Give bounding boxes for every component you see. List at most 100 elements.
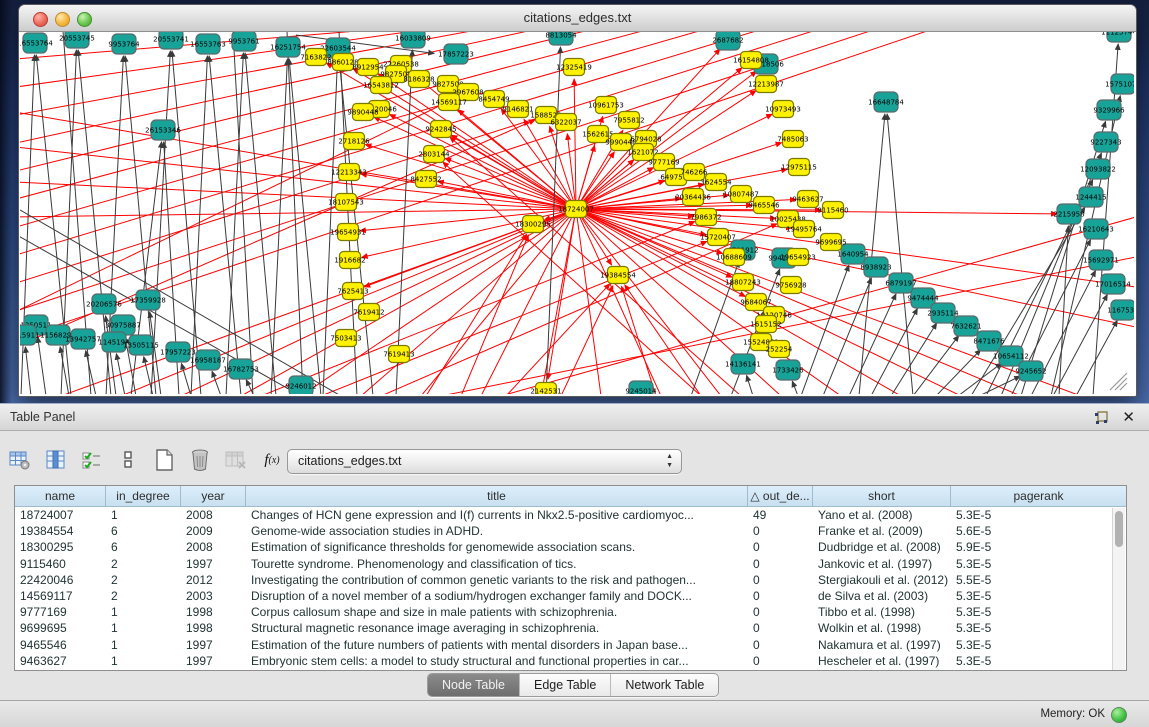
graph-node-teal[interactable]: 9245014 — [625, 381, 657, 394]
graph-node-teal[interactable]: 8938923 — [860, 257, 891, 277]
table-cell: Disruption of a novel member of a sodium… — [246, 588, 748, 604]
graph-node-yellow[interactable]: 9115460 — [817, 202, 848, 219]
table-options-icon[interactable] — [8, 448, 32, 472]
graph-node-teal[interactable]: 14136141 — [725, 354, 761, 374]
table-row[interactable]: 911546021997Tourette syndrome. Phenomeno… — [15, 556, 1126, 572]
node-label: 10688609 — [716, 254, 752, 262]
graph-node-teal[interactable]: 17857223 — [438, 44, 474, 64]
graph-node-teal[interactable]: 26153346 — [145, 120, 181, 140]
graph-node-yellow[interactable]: 2718126 — [338, 133, 370, 150]
selection-mode-icon[interactable] — [80, 448, 104, 472]
table-row[interactable]: 2242004622012Investigating the contribut… — [15, 572, 1126, 588]
node-label: 9699695 — [815, 239, 846, 247]
node-label: 8813054 — [545, 32, 577, 40]
table-cell: Hescheler et al. (1997) — [813, 653, 951, 669]
graph-node-teal[interactable]: 16648784 — [868, 92, 904, 112]
graph-node-teal[interactable]: 17359928 — [130, 290, 166, 310]
node-label: 7619412 — [353, 309, 384, 317]
graph-node-yellow[interactable]: 3624554 — [700, 174, 732, 191]
graph-node-teal[interactable]: 9227343 — [1090, 132, 1121, 152]
column-header-title[interactable]: title — [246, 486, 748, 506]
table-row[interactable]: 969969511998Structural magnetic resonanc… — [15, 620, 1126, 636]
graph-node-teal[interactable]: 7632621 — [950, 316, 981, 336]
graph-node-teal[interactable]: 20553741 — [153, 32, 189, 49]
graph-node-teal[interactable]: 16553764 — [20, 33, 53, 53]
citation-edge-red — [261, 221, 695, 394]
graph-node-yellow[interactable]: 9756928 — [775, 277, 806, 294]
tab-edge-table[interactable]: Edge Table — [520, 674, 611, 696]
graph-node-yellow[interactable]: 15720407 — [700, 229, 736, 246]
graph-node-yellow[interactable]: 12213343 — [331, 164, 367, 181]
graph-node-teal[interactable]: 16553763 — [190, 34, 226, 54]
new-column-icon[interactable] — [152, 448, 176, 472]
graph-node-yellow[interactable]: 19384554 — [600, 267, 636, 284]
tab-node-table[interactable]: Node Table — [428, 674, 520, 696]
column-header-in-degree[interactable]: in_degree — [106, 486, 181, 506]
graph-node-teal[interactable]: 9329966 — [1093, 100, 1125, 120]
graph-node-teal[interactable]: 1244415 — [1075, 187, 1106, 207]
table-scrollbar[interactable] — [1112, 508, 1125, 670]
node-label: 1916682 — [334, 257, 365, 265]
window-titlebar[interactable]: citations_edges.txt — [19, 5, 1136, 32]
graph-node-yellow[interactable]: 8912954 — [352, 59, 384, 76]
column-header-short[interactable]: short — [813, 486, 951, 506]
graph-node-teal[interactable]: 12093822 — [1080, 159, 1116, 179]
network-window[interactable]: citations_edges.txt 16553764205537459953… — [18, 4, 1137, 397]
node-label: 19495764 — [786, 226, 822, 234]
network-canvas-wrap[interactable]: 1655376420553745995376420553741165537639… — [20, 32, 1134, 394]
table-row[interactable]: 1456911722003Disruption of a novel membe… — [15, 588, 1126, 604]
graph-node-yellow[interactable]: 7986372 — [690, 209, 721, 226]
float-panel-icon[interactable] — [1093, 410, 1109, 426]
table-row[interactable]: 977716911998Corpus callosum shape and si… — [15, 604, 1126, 620]
graph-node-yellow[interactable]: 1916682 — [334, 252, 365, 269]
graph-node-yellow[interactable]: 2142531 — [530, 383, 561, 395]
function-builder-icon[interactable]: f(x) — [260, 448, 284, 472]
graph-node-yellow[interactable]: 2803144 — [418, 146, 450, 163]
column-visibility-icon[interactable] — [44, 448, 68, 472]
table-select-dropdown[interactable]: citations_edges.txt ▲▼ — [287, 449, 682, 474]
graph-node-teal[interactable]: 9953761 — [228, 32, 259, 51]
column-header-out-de-[interactable]: △ out_de... — [748, 486, 813, 506]
table-cell: 0 — [748, 637, 813, 653]
graph-node-teal[interactable]: 15751074 — [1105, 74, 1134, 94]
graph-node-yellow[interactable]: 9463627 — [792, 191, 823, 208]
graph-node-yellow[interactable]: 19654931 — [330, 224, 366, 241]
table-row[interactable]: 946362711997Embryonic stem cells: a mode… — [15, 653, 1126, 669]
graph-node-yellow[interactable]: 7625413 — [337, 283, 368, 300]
table-cell: 0 — [748, 653, 813, 669]
table-row[interactable]: 1830029562008Estimation of significance … — [15, 539, 1126, 555]
graph-node-yellow[interactable]: 7485063 — [777, 131, 808, 148]
graph-node-yellow[interactable]: 252254 — [766, 341, 793, 358]
graph-node-teal[interactable]: 16210643 — [1078, 219, 1114, 239]
table-row[interactable]: 946554611997Estimation of the future num… — [15, 637, 1126, 653]
graph-node-teal[interactable]: 2215958 — [1053, 204, 1084, 224]
graph-node-teal[interactable]: 11125744 — [1101, 32, 1134, 42]
graph-node-teal[interactable]: 2687682 — [712, 32, 743, 50]
graph-node-teal[interactable]: 9246012 — [285, 376, 316, 394]
graph-node-teal[interactable]: 8813054 — [545, 32, 577, 45]
memory-status-indicator[interactable] — [1111, 707, 1127, 723]
delete-column-icon[interactable] — [188, 448, 212, 472]
table-row[interactable]: 1938455462009Genome-wide association stu… — [15, 523, 1126, 539]
graph-node-teal[interactable]: 9953764 — [108, 34, 140, 54]
column-header-year[interactable]: year — [181, 486, 246, 506]
graph-node-teal[interactable]: 1733426 — [772, 360, 804, 380]
graph-node-teal[interactable]: 1167531 — [1107, 300, 1134, 320]
graph-node-yellow[interactable]: 12975115 — [781, 159, 817, 176]
column-header-pagerank[interactable]: pagerank — [951, 486, 1126, 506]
network-canvas[interactable]: 1655376420553745995376420553741165537639… — [20, 32, 1134, 394]
graph-node-teal[interactable]: 20206576 — [86, 294, 122, 314]
citation-edge-black — [1076, 321, 1117, 394]
column-header-name[interactable]: name — [15, 486, 106, 506]
close-panel-icon[interactable]: ✕ — [1122, 408, 1135, 426]
graph-node-yellow[interactable]: 10961753 — [588, 97, 624, 114]
resize-grip-icon[interactable] — [1110, 373, 1127, 390]
delete-table-icon[interactable] — [224, 448, 248, 472]
graph-node-teal[interactable]: 16033809 — [395, 32, 431, 48]
graph-node-teal[interactable]: 9245652 — [1015, 361, 1046, 381]
tab-network-table[interactable]: Network Table — [611, 674, 718, 696]
table-row[interactable]: 1872400712008Changes of HCN gene express… — [15, 507, 1126, 523]
merge-tables-icon[interactable] — [116, 448, 140, 472]
table-scrollbar-thumb[interactable] — [1115, 511, 1123, 547]
graph-node-yellow[interactable]: 12325419 — [556, 59, 592, 76]
